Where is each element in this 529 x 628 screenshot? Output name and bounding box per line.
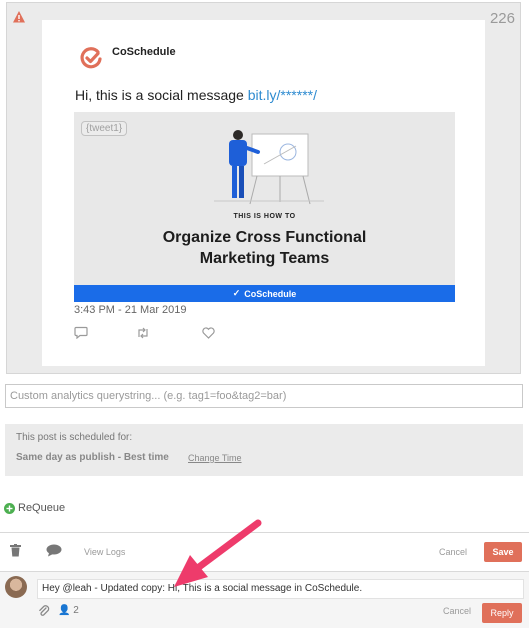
cancel-button[interactable]: Cancel	[439, 547, 467, 557]
like-heart-icon[interactable]	[202, 327, 215, 339]
retweet-icon[interactable]	[136, 327, 150, 339]
view-logs-link[interactable]: View Logs	[84, 547, 125, 557]
presenter-illustration	[214, 130, 324, 205]
image-tag-badge: {tweet1}	[81, 121, 128, 136]
avatar	[5, 576, 27, 598]
change-time-link[interactable]: Change Time	[188, 453, 242, 463]
requeue-button[interactable]: ReQueue	[4, 502, 65, 514]
comment-cancel-button[interactable]: Cancel	[443, 606, 471, 616]
reply-button[interactable]: Reply	[482, 603, 522, 623]
message-link[interactable]: bit.ly/******/	[248, 87, 317, 103]
image-brand-text: CoSchedule	[244, 288, 297, 299]
assignee-count-value: 2	[73, 605, 79, 616]
schedule-value: Same day as publish - Best time	[16, 452, 169, 463]
image-brand-icon: ✓	[232, 288, 241, 298]
image-brand-bar: ✓ CoSchedule	[74, 285, 455, 302]
post-message: Hi, this is a social message bit.ly/****…	[75, 87, 317, 103]
warning-icon	[13, 11, 25, 23]
schedule-label: This post is scheduled for:	[16, 432, 133, 443]
comment-icon[interactable]	[46, 544, 62, 557]
character-count: 226	[489, 10, 515, 27]
user-icon: 👤	[58, 605, 71, 616]
save-button[interactable]: Save	[484, 542, 522, 562]
coschedule-logo-icon	[80, 47, 102, 69]
image-headline-line-1: Organize Cross Functional	[162, 229, 367, 246]
image-kicker: THIS IS HOW TO	[233, 213, 296, 220]
analytics-querystring-input[interactable]: Custom analytics querystring... (e.g. ta…	[5, 384, 523, 408]
requeue-label: ReQueue	[18, 502, 66, 514]
post-timestamp: 3:43 PM - 21 Mar 2019	[74, 304, 187, 316]
annotation-arrow-icon	[174, 519, 262, 587]
paperclip-icon[interactable]	[38, 604, 50, 618]
reply-icon[interactable]	[74, 326, 88, 339]
account-name: CoSchedule	[112, 46, 176, 58]
image-headline-line-2: Marketing Teams	[199, 250, 330, 267]
assignee-count[interactable]: 👤 2	[58, 605, 79, 616]
comment-input[interactable]: Hey @leah - Updated copy: Hi, This is a …	[37, 579, 524, 599]
post-image	[74, 112, 455, 302]
plus-circle-icon	[4, 502, 15, 514]
trash-icon[interactable]	[10, 544, 21, 557]
message-text: Hi, this is a social message	[75, 87, 248, 103]
image-headline: Organize Cross Functional Marketing Teams	[74, 227, 455, 269]
